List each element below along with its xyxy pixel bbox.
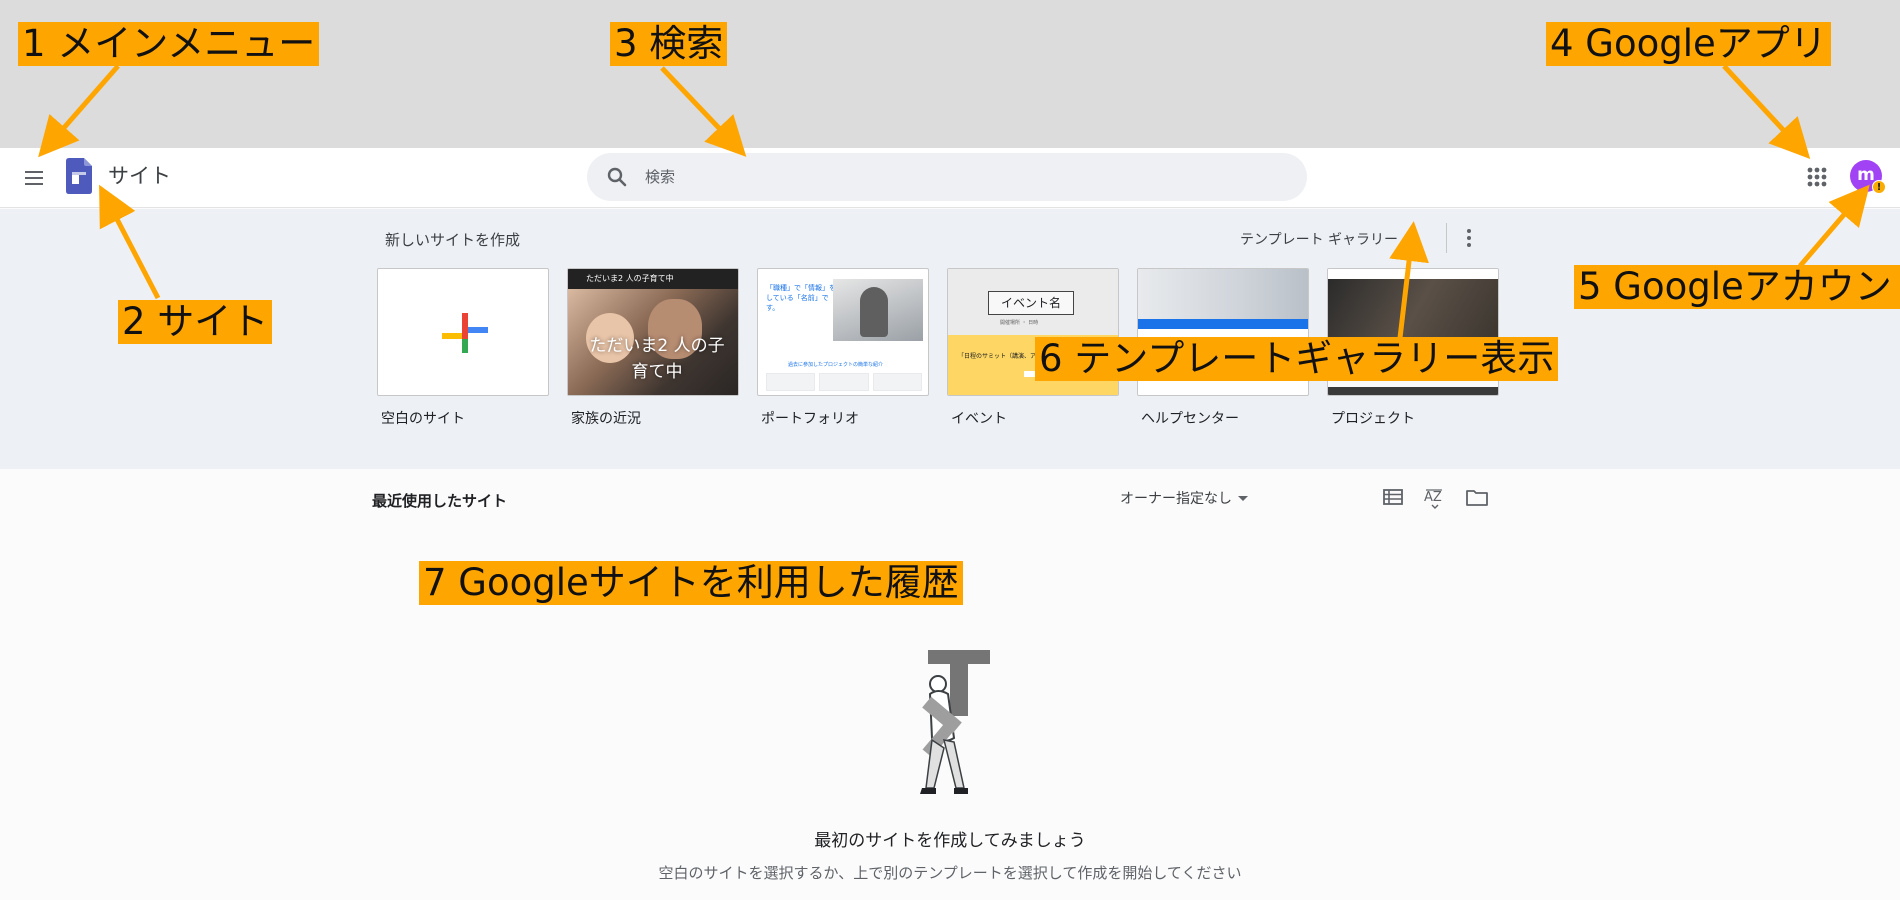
annotation-search: 3 検索	[610, 22, 728, 66]
annotation-template-gallery: 6 テンプレートギャラリー表示	[1035, 337, 1559, 381]
template-family[interactable]: ただいま2 人の子育て中 ただいま2 人の子育て中 家族の近況	[567, 268, 739, 428]
recent-sites-title: 最近使用したサイト	[372, 492, 508, 510]
avatar-letter: m	[1857, 165, 1875, 185]
owner-filter-label: オーナー指定なし	[1120, 491, 1232, 507]
thumb-overlay-text: ただいま2 人の子育て中	[589, 336, 725, 382]
search-icon	[607, 167, 627, 187]
more-options-button[interactable]	[1458, 225, 1480, 251]
thumb-caption: 過去に参加したプロジェクトの簡単な紹介	[788, 362, 884, 368]
template-thumbnail: 「職種」で「情報」をしている「名前」です。 過去に参加したプロジェクトの簡単な紹…	[757, 268, 929, 396]
annotation-google-apps: 4 Googleアプリ	[1546, 22, 1831, 66]
toolbar-divider	[1446, 223, 1447, 253]
main-menu-button[interactable]	[18, 162, 50, 194]
template-gallery-label: テンプレート ギャラリー	[1240, 232, 1399, 248]
template-blank-site[interactable]: 空白のサイト	[377, 268, 549, 428]
help-search-bar	[1138, 319, 1308, 329]
folder-icon[interactable]	[1464, 484, 1490, 510]
help-photo	[1138, 269, 1308, 319]
thumb-header-text: ただいま2 人の子育て中	[568, 269, 738, 289]
person-figure	[860, 287, 888, 337]
search-input[interactable]	[645, 165, 1245, 189]
google-apps-icon[interactable]	[1804, 164, 1830, 190]
template-portfolio[interactable]: 「職種」で「情報」をしている「名前」です。 過去に参加したプロジェクトの簡単な紹…	[757, 268, 929, 428]
more-dot-icon	[1467, 243, 1471, 247]
app-bar: サイト m !	[0, 148, 1900, 208]
menu-line-icon	[25, 183, 43, 185]
template-section: 新しいサイトを作成 テンプレート ギャラリー 空白のサイト ただいま2 人の子育…	[0, 209, 1900, 469]
event-header: イベント名 開催場所 ・ 日時	[948, 269, 1118, 335]
search-box[interactable]	[587, 153, 1307, 201]
thumb-boxes	[766, 373, 922, 391]
template-label: イベント	[951, 411, 1007, 427]
project-footer	[1328, 387, 1498, 395]
project-header	[1328, 269, 1498, 279]
annotation-sites: 2 サイト	[118, 300, 273, 344]
account-avatar[interactable]: m !	[1850, 160, 1886, 194]
annotation-main-menu: 1 メインメニュー	[18, 22, 320, 66]
template-label: ヘルプセンター	[1141, 411, 1239, 427]
template-thumbnail	[377, 268, 549, 396]
event-subtitle: 開催場所 ・ 日時	[1000, 320, 1039, 326]
template-thumbnail: ただいま2 人の子育て中 ただいま2 人の子育て中	[567, 268, 739, 396]
create-site-title: 新しいサイトを作成	[385, 231, 521, 249]
menu-line-icon	[25, 171, 43, 173]
thumb-headline: 「職種」で「情報」をしている「名前」です。	[766, 284, 836, 312]
annotation-history: 7 Googleサイトを利用した履歴	[419, 561, 963, 605]
menu-line-icon	[25, 177, 43, 179]
colored-plus-icon	[442, 313, 488, 353]
template-gallery-toggle[interactable]: テンプレート ギャラリー	[1240, 227, 1420, 251]
dropdown-caret-icon	[1238, 495, 1248, 501]
more-dot-icon	[1467, 236, 1471, 240]
app-title[interactable]: サイト	[108, 162, 171, 190]
template-label: 空白のサイト	[381, 411, 465, 427]
unfold-icon	[1408, 231, 1418, 247]
list-view-icon[interactable]	[1380, 484, 1406, 510]
sort-az-icon[interactable]: AZ	[1422, 484, 1448, 510]
annotation-google-account: 5 Googleアカウント	[1574, 265, 1900, 309]
svg-text:AZ: AZ	[1424, 490, 1442, 505]
empty-state-illustration	[920, 650, 990, 794]
template-label: プロジェクト	[1331, 411, 1415, 427]
template-label: ポートフォリオ	[761, 411, 859, 427]
owner-filter-dropdown[interactable]: オーナー指定なし	[1120, 488, 1248, 508]
template-label: 家族の近況	[571, 411, 641, 427]
empty-state-subtitle: 空白のサイトを選択するか、上で別のテンプレートを選択して作成を開始してください	[658, 864, 1242, 882]
empty-state-title: 最初のサイトを作成してみましょう	[814, 831, 1086, 851]
event-title-box: イベント名	[988, 291, 1074, 315]
more-dot-icon	[1467, 229, 1471, 233]
account-warning-badge: !	[1872, 180, 1886, 194]
sites-logo-icon[interactable]	[66, 158, 92, 194]
